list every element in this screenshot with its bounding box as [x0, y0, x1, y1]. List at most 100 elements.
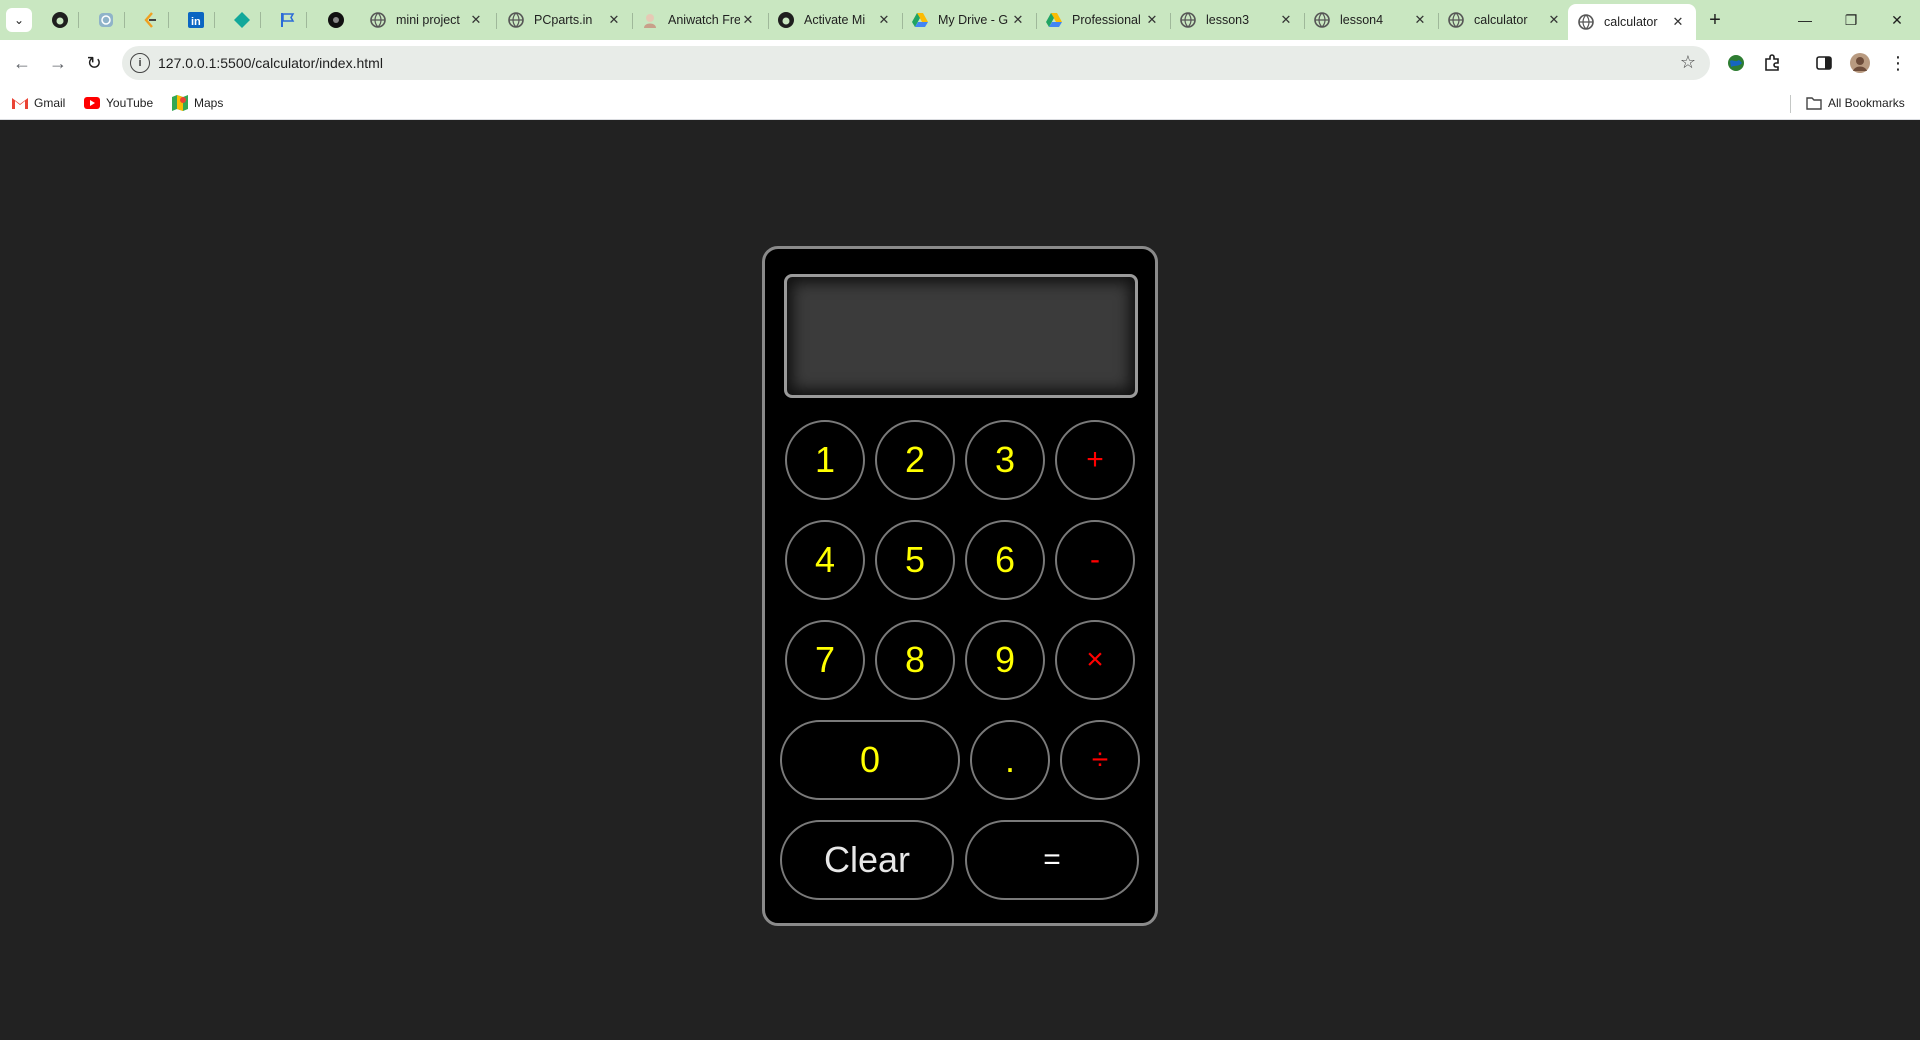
linkedin-icon: in: [188, 12, 204, 28]
pinned-tab-flag[interactable]: [274, 8, 302, 32]
tab-separator: [214, 12, 215, 28]
reload-icon: ↻: [86, 52, 102, 73]
close-tab-icon[interactable]: ✕: [1010, 12, 1026, 28]
globe-icon: [1180, 12, 1196, 28]
key-6[interactable]: 6: [965, 520, 1045, 600]
key-2[interactable]: 2: [875, 420, 955, 500]
flag-icon: [281, 13, 295, 27]
reload-button[interactable]: ↻: [80, 49, 108, 77]
tab-calculator[interactable]: calculator ✕: [1438, 6, 1572, 34]
close-window-button[interactable]: ✕: [1874, 0, 1920, 40]
chatgpt-icon: [99, 13, 113, 27]
pinned-tab-github[interactable]: [46, 8, 74, 32]
key-7[interactable]: 7: [785, 620, 865, 700]
close-tab-icon[interactable]: ✕: [1546, 12, 1562, 28]
chevron-down-icon: ⌄: [13, 13, 25, 27]
divide-button[interactable]: ÷: [1060, 720, 1140, 800]
close-tab-icon[interactable]: ✕: [876, 12, 892, 28]
youtube-icon: [84, 95, 100, 111]
all-bookmarks-label: All Bookmarks: [1828, 96, 1905, 110]
folder-icon: [1806, 95, 1822, 111]
tab-activate[interactable]: Activate Mi ✕: [768, 6, 902, 34]
avatar: [1850, 53, 1870, 73]
tab-separator: [124, 12, 125, 28]
all-bookmarks-button[interactable]: All Bookmarks: [1806, 94, 1905, 112]
arrow-right-icon: →: [49, 52, 67, 73]
calculator-display: [784, 274, 1138, 398]
pinned-tab-dark[interactable]: [322, 8, 350, 32]
new-tab-button[interactable]: +: [1702, 8, 1728, 32]
decimal-button[interactable]: .: [970, 720, 1050, 800]
pinned-tab-chatgpt[interactable]: [92, 8, 120, 32]
tab-calculator-active[interactable]: calculator ✕: [1568, 4, 1696, 40]
extensions-button[interactable]: [1760, 51, 1784, 75]
tab-title: calculator: [1474, 13, 1528, 27]
minimize-button[interactable]: —: [1782, 0, 1828, 40]
info-icon[interactable]: i: [130, 53, 150, 73]
maps-icon: [172, 95, 188, 111]
page-content: 1 2 3 + 4 5 6 - 7 8 9 × 0 . ÷ Clear =: [0, 121, 1920, 1040]
tab-separator: [306, 12, 307, 28]
bookmark-star-icon[interactable]: ☆: [1680, 52, 1696, 73]
pinned-tab-diamond[interactable]: [228, 8, 256, 32]
svg-text:in: in: [191, 16, 201, 28]
key-1[interactable]: 1: [785, 420, 865, 500]
pinned-tab-linkedin[interactable]: in: [182, 8, 210, 32]
url-text[interactable]: 127.0.0.1:5500/calculator/index.html: [158, 55, 383, 71]
globe-icon: [1314, 12, 1330, 28]
tab-lesson4[interactable]: lesson4 ✕: [1304, 6, 1438, 34]
github-icon: [52, 12, 68, 28]
tab-title: Aniwatch Free: [668, 13, 740, 27]
tab-title: PCparts.in: [534, 13, 593, 27]
menu-button[interactable]: ⋮: [1886, 51, 1910, 75]
close-tab-icon[interactable]: ✕: [1412, 12, 1428, 28]
tab-aniwatch[interactable]: Aniwatch Free ✕: [632, 6, 766, 34]
bookmark-youtube[interactable]: YouTube: [84, 94, 153, 112]
tab-lesson3[interactable]: lesson3 ✕: [1170, 6, 1304, 34]
plus-button[interactable]: +: [1055, 420, 1135, 500]
pinned-tab-leetcode[interactable]: [136, 8, 164, 32]
equals-button[interactable]: =: [965, 820, 1139, 900]
key-0[interactable]: 0: [780, 720, 960, 800]
forward-button[interactable]: →: [44, 49, 72, 77]
restore-button[interactable]: ❐: [1828, 0, 1874, 40]
globe-icon: [508, 12, 524, 28]
key-8[interactable]: 8: [875, 620, 955, 700]
extension-button[interactable]: [1724, 51, 1748, 75]
side-panel-button[interactable]: [1812, 51, 1836, 75]
key-9[interactable]: 9: [965, 620, 1045, 700]
clear-button[interactable]: Clear: [780, 820, 954, 900]
close-tab-icon[interactable]: ✕: [1670, 14, 1686, 30]
key-3[interactable]: 3: [965, 420, 1045, 500]
bookmark-maps[interactable]: Maps: [172, 94, 223, 112]
bookmarks-bar: Gmail YouTube Maps All Bookmarks: [0, 86, 1920, 120]
close-tab-icon[interactable]: ✕: [740, 12, 756, 28]
github-icon: [778, 12, 794, 28]
profile-button[interactable]: [1848, 51, 1872, 75]
tab-professional[interactable]: Professional ✕: [1036, 6, 1170, 34]
tab-title: My Drive - G: [938, 13, 1009, 27]
minus-button[interactable]: -: [1055, 520, 1135, 600]
arrow-left-icon: ←: [13, 52, 31, 73]
tab-mini-project[interactable]: mini project ✕: [360, 6, 494, 34]
close-tab-icon[interactable]: ✕: [606, 12, 622, 28]
tab-title: lesson4: [1340, 13, 1384, 27]
tab-pcparts[interactable]: PCparts.in ✕: [498, 6, 632, 34]
address-bar[interactable]: i 127.0.0.1:5500/calculator/index.html ☆: [122, 46, 1710, 80]
tab-title: Professional: [1072, 13, 1141, 27]
tab-my-drive[interactable]: My Drive - G ✕: [902, 6, 1036, 34]
diamond-icon: [234, 12, 250, 28]
key-4[interactable]: 4: [785, 520, 865, 600]
key-5[interactable]: 5: [875, 520, 955, 600]
tab-search-button[interactable]: ⌄: [6, 8, 32, 32]
bookmark-label: Gmail: [34, 96, 66, 110]
back-button[interactable]: ←: [8, 49, 36, 77]
multiply-button[interactable]: ×: [1055, 620, 1135, 700]
close-tab-icon[interactable]: ✕: [1144, 12, 1160, 28]
close-tab-icon[interactable]: ✕: [468, 12, 484, 28]
bookmarks-separator: [1790, 95, 1791, 113]
leetcode-icon: [144, 12, 156, 28]
close-tab-icon[interactable]: ✕: [1278, 12, 1294, 28]
tab-separator: [168, 12, 169, 28]
bookmark-gmail[interactable]: Gmail: [12, 94, 65, 112]
